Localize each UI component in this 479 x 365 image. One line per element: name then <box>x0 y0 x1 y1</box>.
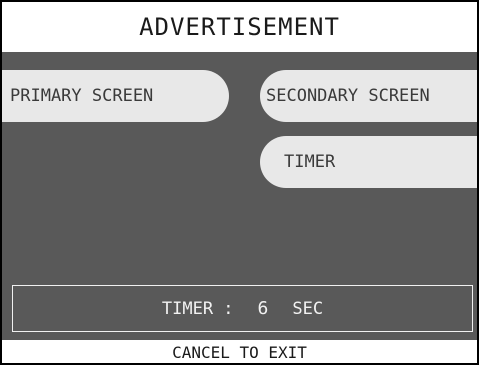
exit-instruction: CANCEL TO EXIT <box>2 340 477 363</box>
timer-label: TIMER : <box>161 298 234 319</box>
timer-button[interactable]: TIMER <box>260 136 477 188</box>
primary-screen-button[interactable]: PRIMARY SCREEN <box>2 70 229 122</box>
screen-title: ADVERTISEMENT <box>2 2 477 52</box>
timer-button-label: TIMER <box>284 152 336 172</box>
timer-unit: SEC <box>292 298 324 319</box>
menu-area: PRIMARY SCREEN SECONDARY SCREEN TIMER TI… <box>2 52 477 340</box>
timer-display: TIMER : 6 SEC <box>12 285 473 332</box>
secondary-screen-button[interactable]: SECONDARY SCREEN <box>260 70 477 122</box>
atm-screen: ADVERTISEMENT PRIMARY SCREEN SECONDARY S… <box>0 0 479 365</box>
primary-screen-label: PRIMARY SCREEN <box>10 86 154 106</box>
timer-value: 6 <box>257 298 269 319</box>
secondary-screen-label: SECONDARY SCREEN <box>266 86 430 106</box>
